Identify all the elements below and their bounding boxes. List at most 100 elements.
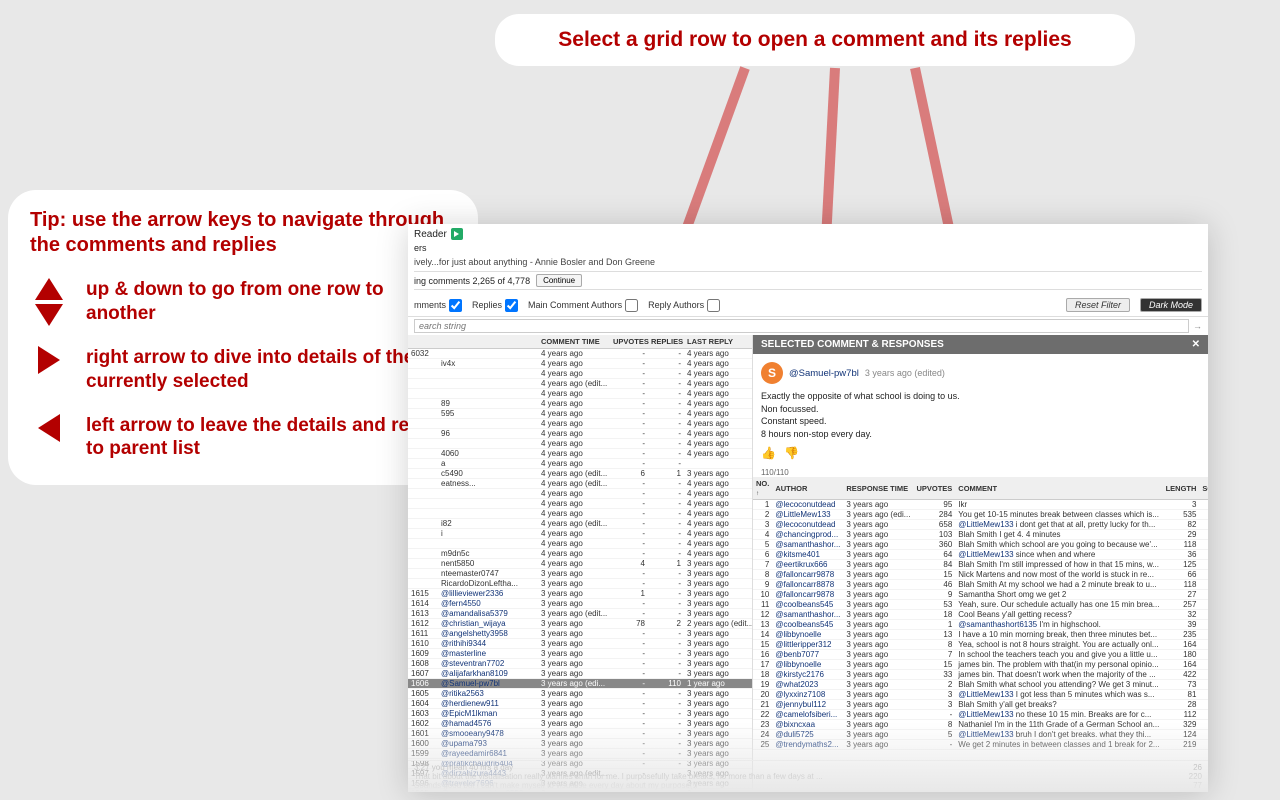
table-row[interactable]: 1609@masterline3 years ago--3 years ago: [408, 649, 752, 659]
table-row[interactable]: 40604 years ago--4 years ago: [408, 449, 752, 459]
tip-updown: up & down to go from one row to another: [86, 278, 456, 326]
arrow-up-down-icon: [30, 278, 68, 326]
filter-reply-authors[interactable]: Reply Authors: [648, 299, 720, 312]
detail-author[interactable]: @Samuel-pw7bl: [789, 368, 859, 379]
table-row[interactable]: a4 years ago--: [408, 459, 752, 469]
dark-mode-button[interactable]: Dark Mode: [1140, 298, 1202, 312]
table-row[interactable]: 1603@EpicM1lkman3 years ago--3 years ago: [408, 709, 752, 719]
table-row[interactable]: 3@lecoconutdead3 years ago658@LittleMew1…: [753, 520, 1208, 530]
table-row[interactable]: 1607@alijafarkhan81093 years ago--3 year…: [408, 669, 752, 679]
resp-col-length[interactable]: Length: [1163, 477, 1200, 500]
filter-bar: mments Replies Main Comment Authors Repl…: [408, 294, 1208, 317]
table-row[interactable]: 1604@herdienew9113 years ago--3 years ag…: [408, 699, 752, 709]
table-row[interactable]: 4@chancingprod...3 years ago103Blah Smit…: [753, 530, 1208, 540]
table-row[interactable]: i4 years ago--4 years ago: [408, 529, 752, 539]
detail-time: 3 years ago (edited): [865, 368, 945, 378]
table-row[interactable]: iv4x4 years ago--4 years ago: [408, 359, 752, 369]
table-row[interactable]: 1614@fern45503 years ago--3 years ago: [408, 599, 752, 609]
table-row[interactable]: 4 years ago--4 years ago: [408, 489, 752, 499]
col-replies[interactable]: Replies: [648, 335, 684, 349]
close-icon[interactable]: ✕: [1192, 339, 1200, 350]
table-row[interactable]: 19@what20233 years ago2Blah Smith what s…: [753, 680, 1208, 690]
resp-col-upvotes[interactable]: Upvotes: [913, 477, 955, 500]
table-row[interactable]: 11@coolbeans5453 years ago53Yeah, sure. …: [753, 600, 1208, 610]
table-row[interactable]: 1606@Samuel-pw7bl3 years ago (edi...-110…: [408, 679, 752, 689]
table-row[interactable]: 4 years ago--4 years ago: [408, 509, 752, 519]
resp-col-time[interactable]: Response Time: [843, 477, 913, 500]
table-row[interactable]: 4 years ago--4 years ago: [408, 439, 752, 449]
filter-main-authors[interactable]: Main Comment Authors: [528, 299, 638, 312]
table-row[interactable]: 20@lyxxinz71083 years ago3@LittleMew133 …: [753, 690, 1208, 700]
table-row[interactable]: RicardoDizonLeftha...3 years ago--3 year…: [408, 579, 752, 589]
table-row[interactable]: 12@samanthashor...3 years ago18Cool Bean…: [753, 610, 1208, 620]
table-row[interactable]: 17@libbynoelle3 years ago15james bin. Th…: [753, 660, 1208, 670]
table-row[interactable]: 6@kitsme4013 years ago64@LittleMew133 si…: [753, 550, 1208, 560]
continue-button[interactable]: Continue: [536, 274, 582, 287]
table-row[interactable]: m9dn5c4 years ago--4 years ago: [408, 549, 752, 559]
table-row[interactable]: 894 years ago--4 years ago: [408, 399, 752, 409]
tab-name: ers: [414, 243, 1202, 253]
callout-select-row: Select a grid row to open a comment and …: [495, 14, 1135, 66]
video-title: ively...for just about anything - Annie …: [414, 257, 1202, 267]
table-row[interactable]: eatness...4 years ago (edit...--4 years …: [408, 479, 752, 489]
table-row[interactable]: 1615@lillieviewer23363 years ago1-3 year…: [408, 589, 752, 599]
table-row[interactable]: 7@eertikrux6663 years ago84Blah Smith I'…: [753, 560, 1208, 570]
table-row[interactable]: 4 years ago--4 years ago: [408, 419, 752, 429]
col-comment-time[interactable]: Comment Time: [538, 335, 610, 349]
table-row[interactable]: i824 years ago (edit...--4 years ago: [408, 519, 752, 529]
table-row[interactable]: 4 years ago--4 years ago: [408, 499, 752, 509]
table-row[interactable]: 18@kirstyc21763 years ago33james bin. Th…: [753, 670, 1208, 680]
table-row[interactable]: 4 years ago--4 years ago: [408, 539, 752, 549]
fade-overlay: [408, 722, 1208, 792]
resp-col-no[interactable]: No. ↑: [753, 477, 772, 500]
table-row[interactable]: 16@benb70773 years ago7In school the tea…: [753, 650, 1208, 660]
table-row[interactable]: 1610@rithihi93443 years ago--3 years ago: [408, 639, 752, 649]
col-last-reply[interactable]: Last Reply: [684, 335, 752, 349]
detail-header: SELECTED COMMENT & RESPONSES ✕: [753, 335, 1208, 354]
table-row[interactable]: c54904 years ago (edit...613 years ago: [408, 469, 752, 479]
table-row[interactable]: 9@falloncarr88783 years ago46Blah Smith …: [753, 580, 1208, 590]
table-row[interactable]: 2@LittleMew1333 years ago (edi...284You …: [753, 510, 1208, 520]
tip-right: right arrow to dive into details of the …: [86, 346, 456, 394]
table-row[interactable]: 1611@angelshetty39583 years ago--3 years…: [408, 629, 752, 639]
search-row: →: [408, 317, 1208, 335]
table-row[interactable]: nent58504 years ago413 years ago: [408, 559, 752, 569]
table-row[interactable]: 60324 years ago--4 years ago: [408, 349, 752, 359]
avatar: S: [761, 362, 783, 384]
resp-col-author[interactable]: Author: [772, 477, 843, 500]
thumbs-down-icon[interactable]: 👎: [784, 446, 799, 460]
col-upvotes[interactable]: Upvotes: [610, 335, 648, 349]
table-row[interactable]: 1612@christian_wijaya3 years ago7822 yea…: [408, 619, 752, 629]
arrow-left-icon: [30, 414, 68, 442]
filter-replies[interactable]: Replies: [472, 299, 518, 312]
filter-comments[interactable]: mments: [414, 299, 462, 312]
table-row[interactable]: 1605@ritika25633 years ago--3 years ago: [408, 689, 752, 699]
search-go-icon[interactable]: →: [1193, 321, 1202, 331]
table-row[interactable]: 4 years ago--4 years ago: [408, 389, 752, 399]
table-row[interactable]: 14@libbynoelle3 years ago13I have a 10 m…: [753, 630, 1208, 640]
table-row[interactable]: nteemaster07473 years ago--3 years ago: [408, 569, 752, 579]
table-row[interactable]: 22@camelofsiberi...3 years ago-@LittleMe…: [753, 710, 1208, 720]
table-row[interactable]: 4 years ago--4 years ago: [408, 369, 752, 379]
table-row[interactable]: 5@samanthashor...3 years ago360Blah Smit…: [753, 540, 1208, 550]
reset-filter-button[interactable]: Reset Filter: [1066, 298, 1130, 312]
resp-col-comment[interactable]: Comment: [955, 477, 1162, 500]
table-row[interactable]: 15@littleripper3123 years ago8Yea, schoo…: [753, 640, 1208, 650]
table-row[interactable]: 1@lecoconutdead3 years ago95Ikr3: [753, 500, 1208, 510]
play-icon[interactable]: [451, 228, 463, 240]
table-row[interactable]: 1608@steventran77023 years ago--3 years …: [408, 659, 752, 669]
table-row[interactable]: 8@falloncarr98783 years ago15Nick Marten…: [753, 570, 1208, 580]
search-input[interactable]: [414, 319, 1189, 333]
app-header: Reader ers ively...for just about anythi…: [408, 224, 1208, 294]
app-screenshot: Reader ers ively...for just about anythi…: [408, 224, 1208, 792]
table-row[interactable]: 1613@amandalisa53793 years ago (edit...-…: [408, 609, 752, 619]
table-row[interactable]: 13@coolbeans5453 years ago1@samanthashor…: [753, 620, 1208, 630]
table-row[interactable]: 10@falloncarr98783 years ago9Samantha Sh…: [753, 590, 1208, 600]
response-counter: 110/110: [753, 468, 1208, 477]
table-row[interactable]: 964 years ago--4 years ago: [408, 429, 752, 439]
resp-col-sgn[interactable]: Sgn: [1199, 477, 1208, 500]
table-row[interactable]: 21@jennybul1123 years ago3Blah Smith y'a…: [753, 700, 1208, 710]
thumbs-up-icon[interactable]: 👍: [761, 446, 776, 460]
table-row[interactable]: 4 years ago (edit...--4 years ago: [408, 379, 752, 389]
table-row[interactable]: 5954 years ago--4 years ago: [408, 409, 752, 419]
